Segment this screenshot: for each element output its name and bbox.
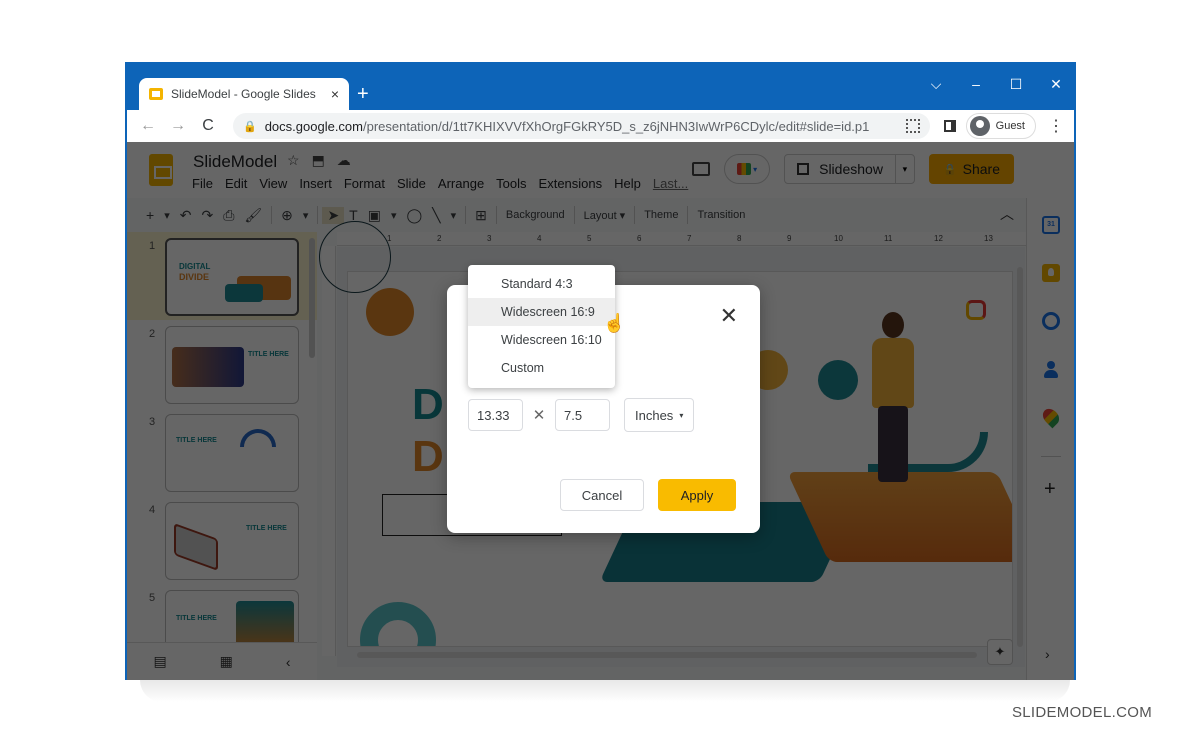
footer-brand: SLIDEMODEL.COM [1011,704,1152,721]
browser-menu-icon[interactable]: ⋮ [1048,116,1064,136]
slides-favicon-icon [149,88,163,100]
apply-button[interactable]: Apply [658,479,736,511]
qr-code-icon[interactable] [905,119,920,133]
close-window-icon[interactable]: ✕ [1048,76,1064,93]
address-bar: ← → C 🔒 docs.google.com/presentation/d/1… [127,110,1074,142]
option-widescreen-16-9[interactable]: Widescreen 16:9 [468,298,615,326]
tab-bar: SlideModel - Google Slides × + ⌵ – ☐ ✕ [127,64,1074,110]
chevron-down-icon: ▾ [679,410,684,420]
forward-icon[interactable]: → [167,117,189,135]
tab-search-icon[interactable]: ⌵ [928,76,944,93]
back-icon[interactable]: ← [137,117,159,135]
browser-window: SlideModel - Google Slides × + ⌵ – ☐ ✕ ←… [125,62,1076,680]
profile-button[interactable]: Guest [965,113,1036,139]
dialog-actions: Cancel Apply [560,479,736,511]
new-tab-icon[interactable]: + [357,83,369,106]
times-icon: ✕ [532,407,546,424]
lock-icon: 🔒 [243,120,257,133]
tab-close-icon[interactable]: × [331,86,339,102]
size-row: ✕ Inches ▾ [468,398,695,432]
unit-label: Inches [635,407,674,423]
hand-cursor-icon: ☝ [603,313,626,333]
maximize-icon[interactable]: ☐ [1008,76,1024,93]
unit-select[interactable]: Inches ▾ [624,398,695,432]
size-preset-dropdown: Standard 4:3 Widescreen 16:9 Widescreen … [468,265,615,388]
browser-tab[interactable]: SlideModel - Google Slides × [139,78,349,110]
window-shadow [140,680,1070,702]
url-text: docs.google.com/presentation/d/1tt7KHIXV… [265,119,906,134]
tab-title: SlideModel - Google Slides [171,87,316,101]
reload-icon[interactable]: C [197,117,219,135]
option-standard-4-3[interactable]: Standard 4:3 [468,270,615,298]
close-icon[interactable]: ✕ [720,305,738,327]
width-input[interactable] [468,399,523,431]
page: SlideModel - Google Slides × + ⌵ – ☐ ✕ ←… [0,0,1200,743]
height-input[interactable] [555,399,610,431]
option-custom[interactable]: Custom [468,354,615,382]
window-controls: ⌵ – ☐ ✕ [928,76,1064,93]
minimize-icon[interactable]: – [968,76,984,93]
cancel-button[interactable]: Cancel [560,479,644,511]
url-path: /presentation/d/1tt7KHIXVVfXhOrgFGkRY5D_… [362,118,870,134]
url-host: docs.google.com [264,118,363,134]
avatar-icon [969,116,990,136]
profile-label: Guest [995,120,1025,132]
url-input[interactable]: 🔒 docs.google.com/presentation/d/1tt7KHI… [233,113,930,139]
side-panel-icon[interactable] [943,120,956,132]
option-widescreen-16-10[interactable]: Widescreen 16:10 [468,326,615,354]
